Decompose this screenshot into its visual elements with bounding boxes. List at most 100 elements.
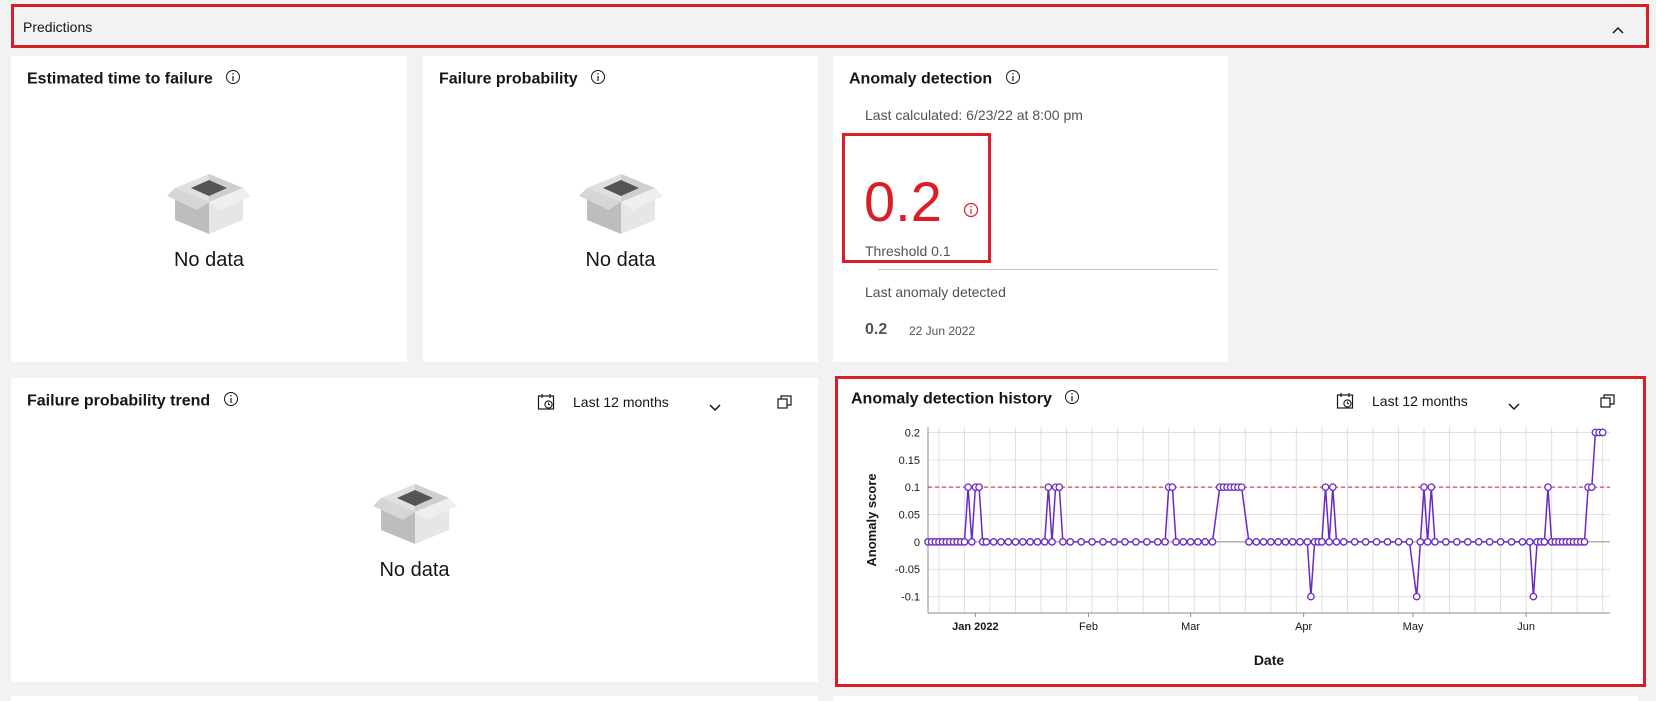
data-point	[1598, 428, 1607, 437]
data-point	[964, 483, 972, 492]
y-tick-label: 0	[914, 537, 920, 549]
calendar-icon	[537, 393, 555, 414]
data-point	[1416, 538, 1425, 546]
data-point	[1186, 538, 1195, 546]
data-point	[1110, 538, 1118, 546]
data-point	[975, 483, 983, 492]
anomaly-warning-icon[interactable]	[963, 202, 979, 223]
data-point	[1383, 538, 1392, 546]
empty-box-icon	[167, 174, 251, 234]
data-point	[1296, 538, 1304, 546]
ettf-tile: Estimated time to failure No data	[11, 56, 407, 362]
data-point	[1332, 538, 1341, 546]
data-point	[1339, 538, 1348, 546]
data-point	[982, 538, 991, 546]
data-point	[1168, 483, 1177, 492]
data-point	[1529, 592, 1538, 601]
data-point	[1121, 538, 1129, 546]
data-point	[1427, 483, 1436, 492]
x-tick-label: Apr	[1295, 621, 1312, 633]
data-point	[1252, 538, 1261, 546]
predictions-accordion-header[interactable]: Predictions	[11, 4, 1649, 48]
empty-label: No data	[585, 249, 656, 271]
last-anomaly-label: Last anomaly detected	[865, 284, 1006, 300]
empty-label: No data	[173, 249, 245, 271]
y-tick-label: 0.05	[899, 510, 920, 522]
x-tick-label: May	[1403, 621, 1424, 633]
data-point	[1420, 483, 1428, 492]
data-point	[1442, 538, 1450, 546]
data-point	[1011, 538, 1020, 546]
info-icon[interactable]	[225, 69, 241, 90]
info-icon[interactable]	[1005, 69, 1021, 90]
data-point	[1321, 483, 1330, 492]
data-point	[1172, 538, 1180, 546]
data-point	[1412, 592, 1421, 601]
accordion-title: Predictions	[23, 19, 93, 35]
last-anomaly-value: 0.2	[865, 321, 888, 338]
data-point	[1018, 538, 1027, 546]
partial-tile	[833, 696, 1638, 701]
anomaly-score: 0.2	[864, 170, 942, 233]
x-axis-title: Date	[1254, 652, 1285, 668]
data-point	[1463, 538, 1472, 546]
data-point	[1066, 538, 1075, 546]
empty-state: No data	[11, 476, 818, 582]
data-point	[960, 538, 969, 546]
y-axis-title: Anomaly score	[864, 473, 879, 566]
data-point	[1266, 538, 1275, 546]
empty-box-icon	[578, 174, 663, 234]
partial-tile	[11, 696, 818, 701]
chevron-down-icon	[709, 399, 721, 415]
date-range-dropdown[interactable]: Last 12 months	[537, 393, 737, 415]
data-point	[1525, 538, 1534, 546]
data-point	[1307, 592, 1315, 601]
data-point	[1303, 538, 1312, 546]
data-point	[1004, 538, 1013, 546]
data-point	[1288, 538, 1297, 546]
data-point	[1088, 538, 1096, 546]
data-point	[1350, 538, 1359, 546]
data-point	[1142, 538, 1151, 546]
divider	[878, 269, 1218, 270]
empty-box-icon	[372, 484, 457, 544]
data-point	[1179, 538, 1188, 546]
data-point	[1040, 538, 1049, 546]
data-point	[1132, 538, 1140, 546]
data-point	[1372, 538, 1381, 546]
anomaly-detection-title: Anomaly detection	[849, 70, 993, 88]
data-point	[1161, 538, 1169, 546]
y-tick-label: -0.1	[901, 592, 920, 604]
date-range-value: Last 12 months	[573, 394, 669, 410]
data-point	[1474, 538, 1483, 546]
data-point	[1405, 538, 1414, 546]
data-point	[1507, 538, 1516, 546]
data-point	[1245, 538, 1253, 546]
data-point	[1496, 538, 1505, 546]
data-point	[1325, 538, 1334, 546]
ettf-title: Estimated time to failure	[27, 70, 213, 88]
data-point	[1580, 538, 1589, 546]
data-point	[1077, 538, 1086, 546]
x-tick-label: Feb	[1079, 621, 1098, 633]
data-point	[1026, 538, 1034, 546]
data-point	[1318, 538, 1326, 546]
info-icon[interactable]	[223, 391, 239, 412]
data-point	[1259, 538, 1268, 546]
threshold-label: Threshold 0.1	[865, 243, 951, 259]
data-point	[997, 538, 1005, 546]
failure-probability-title: Failure probability	[439, 70, 578, 88]
expand-icon[interactable]	[777, 395, 792, 414]
data-point	[1452, 538, 1461, 546]
data-point	[1361, 538, 1370, 546]
anomaly-detection-tile: Anomaly detection Last calculated: 6/23/…	[833, 56, 1228, 362]
data-point	[1423, 538, 1432, 546]
chevron-up-icon[interactable]	[1612, 21, 1624, 39]
data-point	[967, 538, 976, 546]
data-point	[989, 538, 998, 546]
data-point	[1153, 538, 1162, 546]
data-point	[1544, 483, 1552, 492]
info-icon[interactable]	[590, 69, 606, 90]
anomaly-history-chart: 0.2 0.15 0.1 0.05 0 -0.05 -0.1 Jan 2022 Feb Mar Ap…	[864, 427, 1610, 668]
x-tick-label: Jun	[1517, 621, 1535, 633]
